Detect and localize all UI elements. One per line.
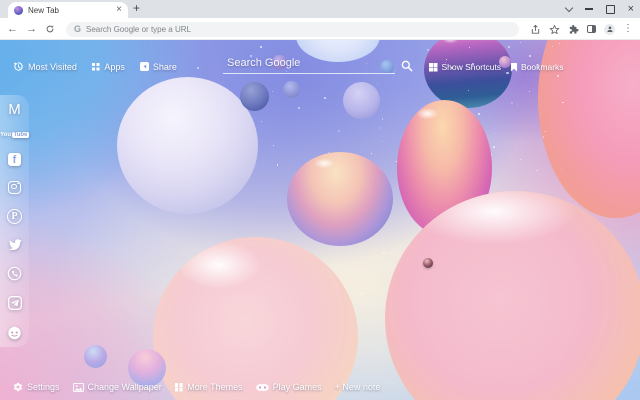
- show-shortcuts-label: Show Shortcuts: [441, 62, 502, 72]
- share-label: Share: [152, 61, 177, 72]
- address-placeholder: Search Google or type a URL: [86, 24, 191, 34]
- share-page-icon[interactable]: [530, 24, 541, 35]
- share-icon: [139, 62, 149, 71]
- browser-toolbar: ← → G Search Google or type a URL ⋮: [0, 18, 640, 40]
- settings-button[interactable]: Settings: [13, 382, 60, 392]
- tab-search-chevron-icon[interactable]: [564, 3, 573, 12]
- maximize-button[interactable]: [605, 4, 615, 14]
- new-tab-page: Most Visited Apps Share Show Shortcuts B: [0, 40, 640, 400]
- whatsapp-link[interactable]: [7, 266, 22, 281]
- forward-button[interactable]: →: [26, 23, 37, 35]
- play-games-label: Play Games: [272, 382, 322, 392]
- apps-grid-icon: [91, 62, 96, 66]
- reload-button[interactable]: [45, 24, 55, 34]
- tab-strip: New Tab × + ×: [0, 0, 640, 18]
- twitter-link[interactable]: [7, 238, 22, 251]
- search-icon[interactable]: [401, 60, 413, 72]
- shortcuts-grid-icon: [429, 63, 433, 67]
- share-button[interactable]: Share: [139, 61, 177, 72]
- close-window-button[interactable]: ×: [628, 3, 634, 15]
- address-bar[interactable]: G Search Google or type a URL: [66, 21, 519, 37]
- pinterest-icon: P: [7, 208, 22, 224]
- settings-label: Settings: [27, 382, 60, 392]
- search-input[interactable]: [223, 57, 395, 74]
- twitter-icon: [8, 239, 22, 251]
- bubble: [84, 345, 107, 368]
- history-icon: [14, 62, 23, 71]
- browser-menu-icon[interactable]: ⋮: [623, 24, 633, 34]
- gamepad-icon: [255, 383, 269, 391]
- window-controls: ×: [564, 0, 634, 18]
- themes-grid-icon: [174, 383, 179, 387]
- google-g-icon: G: [74, 24, 82, 34]
- bubble: [283, 81, 300, 98]
- minimize-button[interactable]: [584, 8, 593, 10]
- whatsapp-icon: [7, 266, 22, 281]
- telegram-link[interactable]: [7, 296, 22, 311]
- change-wallpaper-label: Change Wallpaper: [87, 382, 162, 392]
- show-shortcuts-button[interactable]: Show Shortcuts: [429, 62, 501, 72]
- instagram-link[interactable]: [8, 180, 21, 194]
- more-themes-label: More Themes: [187, 382, 243, 392]
- more-themes-button[interactable]: More Themes: [174, 382, 243, 392]
- ntp-top-left-buttons: Most Visited Apps Share: [13, 61, 177, 72]
- ntp-top-right-buttons: Show Shortcuts Bookmarks: [429, 62, 564, 72]
- apps-label: Apps: [104, 61, 125, 72]
- reddit-icon: [8, 326, 21, 340]
- bubble: [343, 82, 380, 119]
- profile-avatar[interactable]: [604, 23, 615, 35]
- change-wallpaper-button[interactable]: Change Wallpaper: [72, 382, 162, 392]
- gmail-icon: M: [8, 101, 21, 118]
- bubble: [287, 152, 393, 246]
- new-note-label: + New note: [334, 382, 381, 392]
- pinterest-link[interactable]: P: [7, 208, 22, 224]
- browser-window: New Tab × + × ← → G Search Google or typ…: [0, 0, 640, 400]
- new-tab-button[interactable]: +: [133, 1, 140, 15]
- tab-new-tab[interactable]: New Tab ×: [8, 2, 128, 18]
- youtube-tube-badge: Tube: [12, 131, 29, 138]
- play-games-button[interactable]: Play Games: [255, 382, 322, 392]
- most-visited-label: Most Visited: [28, 61, 77, 72]
- most-visited-button[interactable]: Most Visited: [13, 61, 77, 72]
- facebook-icon: f: [8, 152, 21, 166]
- tab-close-icon[interactable]: ×: [116, 5, 122, 15]
- side-panel-icon[interactable]: [587, 25, 596, 33]
- back-button[interactable]: ←: [7, 23, 18, 35]
- new-note-button[interactable]: + New note: [335, 382, 381, 392]
- youtube-icon: You: [0, 131, 11, 138]
- bubble: [423, 258, 433, 268]
- youtube-link[interactable]: You Tube: [0, 131, 29, 138]
- bubble: [424, 40, 512, 108]
- facebook-link[interactable]: f: [8, 152, 21, 166]
- gmail-link[interactable]: M: [8, 102, 21, 117]
- ntp-bottom-bar: Settings Change Wallpaper More Themes Pl…: [13, 382, 380, 392]
- reddit-link[interactable]: [7, 325, 22, 340]
- tab-title: New Tab: [28, 5, 59, 15]
- extensions-puzzle-icon[interactable]: [568, 24, 579, 35]
- bookmark-star-icon[interactable]: [549, 24, 560, 35]
- tab-favicon-icon: [14, 5, 23, 15]
- image-icon: [72, 382, 84, 392]
- bubble: [117, 77, 258, 214]
- instagram-icon: [8, 180, 21, 194]
- bookmark-icon: [511, 62, 518, 72]
- ntp-search: [223, 57, 413, 74]
- social-sidebar: M You Tube f P: [0, 95, 29, 347]
- telegram-icon: [7, 296, 22, 311]
- apps-button[interactable]: Apps: [91, 61, 125, 72]
- bookmarks-button[interactable]: Bookmarks: [511, 62, 564, 72]
- gear-icon: [13, 382, 23, 392]
- bookmarks-label: Bookmarks: [521, 62, 564, 72]
- bubble: [240, 82, 269, 111]
- bubble: [153, 237, 358, 400]
